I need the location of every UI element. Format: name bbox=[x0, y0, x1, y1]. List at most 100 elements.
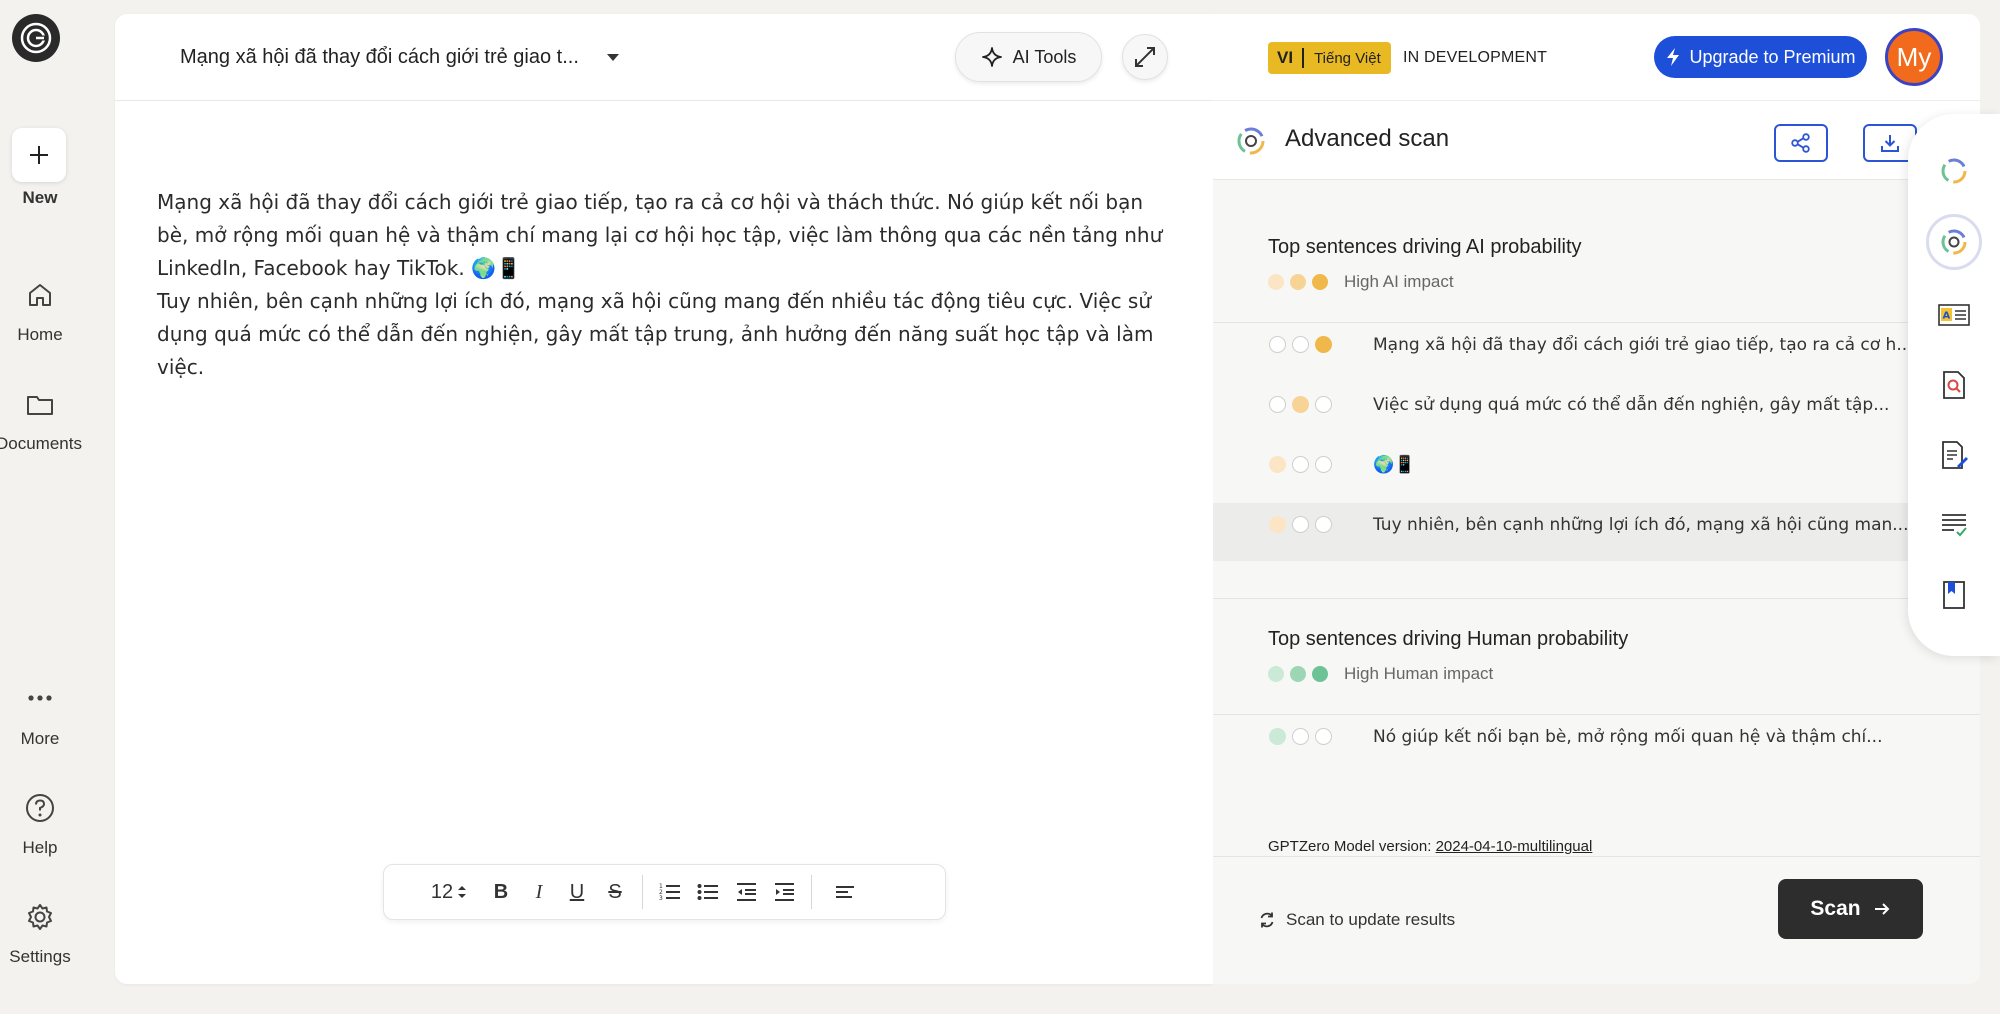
sentence-text: Nó giúp kết nối bạn bè, mở rộng mối quan… bbox=[1373, 727, 1883, 747]
align-left-icon[interactable] bbox=[820, 872, 870, 912]
impact-dot bbox=[1312, 274, 1328, 290]
ai-tools-label: AI Tools bbox=[1012, 46, 1077, 67]
sentence-row[interactable]: Việc sử dụng quá mức có thể dẫn đến nghi… bbox=[1213, 383, 1980, 441]
sentence-text: Mạng xã hội đã thay đổi cách giới trẻ gi… bbox=[1373, 335, 1913, 355]
folder-icon[interactable] bbox=[20, 384, 60, 424]
ai-impact-label: High AI impact bbox=[1344, 272, 1454, 291]
model-version: GPTZero Model version: 2024-04-10-multil… bbox=[1268, 838, 1592, 855]
scan-logo-icon bbox=[1235, 125, 1267, 157]
font-size-stepper[interactable]: 12 bbox=[424, 872, 474, 912]
divider bbox=[1213, 598, 1980, 599]
sentence-row-selected[interactable]: Tuy nhiên, bên cạnh những lợi ích đó, mạ… bbox=[1213, 503, 1980, 561]
impact-dots bbox=[1269, 396, 1332, 413]
model-version-link[interactable]: 2024-04-10-multilingual bbox=[1436, 838, 1593, 855]
expand-icon bbox=[1135, 47, 1155, 67]
plagiarism-check-icon[interactable] bbox=[1931, 362, 1977, 408]
new-label: New bbox=[22, 188, 58, 207]
language-code: VI bbox=[1268, 48, 1305, 68]
human-impact-label: High Human impact bbox=[1344, 664, 1494, 683]
results-header: VI Tiếng Việt IN DEVELOPMENT Upgrade to … bbox=[1213, 14, 1980, 100]
settings-label[interactable]: Settings bbox=[0, 947, 80, 967]
more-label[interactable]: More bbox=[0, 729, 80, 749]
logo-icon bbox=[20, 22, 52, 54]
home-label[interactable]: Home bbox=[0, 325, 80, 345]
expand-button[interactable] bbox=[1122, 34, 1168, 80]
sentence-text: 🌍📱 bbox=[1373, 455, 1416, 475]
language-badge[interactable]: VI Tiếng Việt bbox=[1268, 42, 1391, 74]
bullet-list-icon[interactable] bbox=[689, 872, 727, 912]
writing-feedback-icon[interactable] bbox=[1931, 432, 1977, 478]
numbered-list-icon[interactable]: 123 bbox=[651, 872, 689, 912]
update-hint: Scan to update results bbox=[1258, 910, 1455, 930]
share-icon bbox=[1791, 133, 1810, 153]
editor-panel: Mạng xã hội đã thay đổi cách giới trẻ gi… bbox=[115, 14, 1213, 984]
settings-gear-icon[interactable] bbox=[20, 897, 60, 937]
download-icon bbox=[1881, 135, 1899, 152]
impact-dot bbox=[1268, 274, 1284, 290]
upgrade-label: Upgrade to Premium bbox=[1689, 46, 1856, 67]
results-panel: VI Tiếng Việt IN DEVELOPMENT Upgrade to … bbox=[1213, 14, 1980, 984]
impact-dots bbox=[1269, 516, 1332, 533]
more-icon[interactable] bbox=[20, 678, 60, 718]
update-label: Scan to update results bbox=[1286, 910, 1456, 929]
bold-icon[interactable]: B bbox=[482, 872, 520, 912]
sentence-row[interactable]: 🌍📱 bbox=[1213, 443, 1980, 501]
svg-text:3: 3 bbox=[659, 895, 663, 902]
grammar-check-icon[interactable]: A bbox=[1931, 292, 1977, 338]
stepper-arrows-icon bbox=[458, 886, 467, 898]
underline-icon[interactable]: U bbox=[558, 872, 596, 912]
outdent-icon[interactable] bbox=[727, 872, 765, 912]
documents-label[interactable]: Documents bbox=[0, 434, 86, 454]
status-label: IN DEVELOPMENT bbox=[1403, 49, 1548, 66]
scan-footer: Scan to update results Scan bbox=[1213, 856, 1980, 984]
caret-down-icon bbox=[606, 54, 619, 61]
checklist-icon[interactable] bbox=[1931, 502, 1977, 548]
sentence-row[interactable]: Mạng xã hội đã thay đổi cách giới trẻ gi… bbox=[1213, 323, 1980, 381]
scan-button[interactable]: Scan bbox=[1778, 879, 1923, 939]
ai-section-title: Top sentences driving AI probability bbox=[1268, 236, 1582, 258]
human-impact-legend: High Human impact bbox=[1268, 664, 1493, 684]
toolbar-separator bbox=[642, 875, 643, 909]
paragraph[interactable]: Mạng xã hội đã thay đổi cách giới trẻ gi… bbox=[157, 186, 1167, 285]
citation-icon[interactable] bbox=[1931, 572, 1977, 618]
impact-dots bbox=[1269, 336, 1332, 353]
strikethrough-icon[interactable]: S bbox=[596, 872, 634, 912]
avatar[interactable]: My bbox=[1885, 28, 1943, 86]
document-body[interactable]: Mạng xã hội đã thay đổi cách giới trẻ gi… bbox=[157, 186, 1167, 384]
ai-tools-button[interactable]: AI Tools bbox=[955, 32, 1102, 82]
ai-impact-legend: High AI impact bbox=[1268, 272, 1454, 292]
impact-dot bbox=[1290, 666, 1306, 682]
refresh-icon bbox=[1260, 912, 1274, 928]
app-logo[interactable] bbox=[12, 14, 60, 62]
tools-column: A bbox=[1908, 114, 2000, 656]
scan-button-label: Scan bbox=[1810, 897, 1861, 920]
document-title-dropdown[interactable]: Mạng xã hội đã thay đổi cách giới trẻ gi… bbox=[180, 46, 619, 69]
formatting-toolbar: 12 B I U S 123 bbox=[383, 864, 946, 920]
share-button[interactable] bbox=[1774, 124, 1828, 162]
sentence-row[interactable]: Nó giúp kết nối bạn bè, mở rộng mối quan… bbox=[1213, 715, 1980, 773]
home-icon[interactable] bbox=[20, 275, 60, 315]
impact-dot bbox=[1290, 274, 1306, 290]
impact-dots bbox=[1269, 456, 1332, 473]
advanced-scan-icon[interactable] bbox=[1926, 214, 1982, 270]
impact-dot bbox=[1268, 666, 1284, 682]
scan-title: Advanced scan bbox=[1285, 125, 1450, 152]
indent-icon[interactable] bbox=[765, 872, 803, 912]
editor-divider bbox=[115, 100, 1213, 101]
impact-dot bbox=[1312, 666, 1328, 682]
help-icon[interactable] bbox=[20, 788, 60, 828]
new-document-button[interactable] bbox=[12, 128, 66, 182]
italic-icon[interactable]: I bbox=[520, 872, 558, 912]
svg-text:A: A bbox=[1943, 311, 1951, 322]
paragraph[interactable]: Tuy nhiên, bên cạnh những lợi ích đó, mạ… bbox=[157, 285, 1167, 384]
lightning-icon bbox=[1667, 48, 1680, 66]
plus-icon bbox=[30, 146, 48, 164]
upgrade-button[interactable]: Upgrade to Premium bbox=[1654, 36, 1867, 78]
ai-detector-icon[interactable] bbox=[1931, 148, 1977, 194]
document-title: Mạng xã hội đã thay đổi cách giới trẻ gi… bbox=[180, 46, 579, 68]
advanced-scan-header: Advanced scan bbox=[1213, 100, 1980, 180]
arrow-right-icon bbox=[1874, 903, 1890, 915]
help-label[interactable]: Help bbox=[0, 838, 80, 858]
toolbar-separator bbox=[811, 875, 812, 909]
model-version-label: GPTZero Model version: bbox=[1268, 838, 1432, 855]
